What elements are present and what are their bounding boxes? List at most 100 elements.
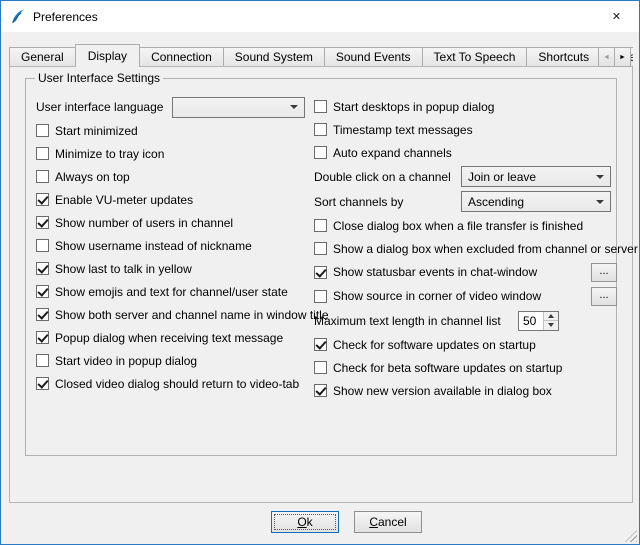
statusbar-events-row[interactable]: Show statusbar events in chat-window ... (314, 260, 617, 284)
sort-channels-combobox[interactable]: Ascending (461, 191, 611, 212)
checkbox-label: Show number of users in channel (55, 216, 233, 230)
title-bar[interactable]: Preferences ✕ (1, 1, 639, 32)
language-combobox[interactable] (172, 97, 305, 118)
checkbox-statusbar-events[interactable] (314, 266, 327, 279)
tab-general[interactable]: General (9, 47, 76, 67)
language-label: User interface language (36, 100, 172, 114)
tab-scroll-buttons: ◄ ► (598, 47, 631, 67)
tab-connection[interactable]: Connection (139, 47, 224, 67)
double-click-row: Double click on a channel Join or leave (314, 164, 617, 189)
checkbox-emojis-text-state[interactable] (36, 285, 49, 298)
checkbox-row[interactable]: Start minimized (36, 119, 314, 142)
checkbox-row[interactable]: Show both server and channel name in win… (36, 303, 314, 326)
checkbox-video-return-tab[interactable] (36, 377, 49, 390)
checkbox-row[interactable]: Close dialog box when a file transfer is… (314, 214, 617, 237)
checkbox-label: Show a dialog box when excluded from cha… (333, 242, 638, 256)
video-source-browse-button[interactable]: ... (591, 287, 617, 306)
checkbox-desktops-popup[interactable] (314, 100, 327, 113)
sort-channels-label: Sort channels by (314, 195, 461, 209)
tab-text-to-speech[interactable]: Text To Speech (422, 47, 528, 67)
checkbox-label: Show username instead of nickname (55, 239, 252, 253)
checkbox-popup-text-message[interactable] (36, 331, 49, 344)
checkbox-row[interactable]: Show username instead of nickname (36, 234, 314, 257)
video-source-row[interactable]: Show source in corner of video window ..… (314, 284, 617, 308)
checkbox-label: Show last to talk in yellow (55, 262, 192, 276)
user-interface-settings-group: User Interface Settings User interface l… (25, 78, 617, 456)
checkbox-username-instead-nickname[interactable] (36, 239, 49, 252)
checkbox-server-channel-in-title[interactable] (36, 308, 49, 321)
double-click-label: Double click on a channel (314, 170, 461, 184)
checkbox-label: Start video in popup dialog (55, 354, 197, 368)
checkbox-row[interactable]: Show new version available in dialog box (314, 379, 617, 402)
tab-scroll-right-icon[interactable]: ► (614, 47, 631, 67)
checkbox-row[interactable]: Show last to talk in yellow (36, 257, 314, 280)
checkbox-label: Close dialog box when a file transfer is… (333, 219, 583, 233)
display-tab-page: User Interface Settings User interface l… (9, 66, 633, 503)
checkbox-row[interactable]: Check for beta software updates on start… (314, 356, 617, 379)
ok-button-label: Ok (297, 515, 312, 529)
resize-grip[interactable] (625, 530, 637, 542)
checkbox-label: Popup dialog when receiving text message (55, 331, 283, 345)
checkbox-row[interactable]: Enable VU-meter updates (36, 188, 314, 211)
double-click-value: Join or leave (468, 170, 592, 184)
checkbox-label: Check for software updates on startup (333, 338, 536, 352)
checkbox-start-minimized[interactable] (36, 124, 49, 137)
checkbox-row[interactable]: Popup dialog when receiving text message (36, 326, 314, 349)
checkbox-excluded-dialog[interactable] (314, 242, 327, 255)
tab-sound-events[interactable]: Sound Events (324, 47, 423, 67)
checkbox-label: Auto expand channels (333, 146, 452, 160)
tab-sound-system[interactable]: Sound System (223, 47, 325, 67)
checkbox-row[interactable]: Check for software updates on startup (314, 333, 617, 356)
checkbox-video-popup[interactable] (36, 354, 49, 367)
close-icon[interactable]: ✕ (594, 1, 639, 32)
tab-display[interactable]: Display (75, 44, 140, 67)
checkbox-row[interactable]: Auto expand channels (314, 141, 617, 164)
checkbox-row[interactable]: Start video in popup dialog (36, 349, 314, 372)
checkbox-always-on-top[interactable] (36, 170, 49, 183)
checkbox-label: Enable VU-meter updates (55, 193, 193, 207)
checkbox-row[interactable]: Start desktops in popup dialog (314, 95, 617, 118)
ok-button[interactable]: Ok (271, 511, 339, 533)
checkbox-row[interactable]: Always on top (36, 165, 314, 188)
double-click-combobox[interactable]: Join or leave (461, 166, 611, 187)
cancel-button-label: Cancel (369, 515, 406, 529)
language-row: User interface language (36, 95, 314, 119)
app-logo-icon (9, 8, 26, 25)
checkbox-last-talk-yellow[interactable] (36, 262, 49, 275)
max-text-length-spinner[interactable]: 50 (518, 311, 559, 331)
chevron-down-icon (290, 105, 298, 109)
spinner-up-icon[interactable] (544, 312, 558, 322)
checkbox-label: Minimize to tray icon (55, 147, 164, 161)
right-column: Start desktops in popup dialog Timestamp… (314, 95, 617, 402)
checkbox-label: Check for beta software updates on start… (333, 361, 562, 375)
checkbox-new-version-dialog[interactable] (314, 384, 327, 397)
sort-channels-value: Ascending (468, 195, 592, 209)
checkbox-label: Show new version available in dialog box (333, 384, 552, 398)
checkbox-row[interactable]: Show number of users in channel (36, 211, 314, 234)
checkbox-check-updates[interactable] (314, 338, 327, 351)
tab-shortcuts[interactable]: Shortcuts (526, 47, 601, 67)
checkbox-timestamp-messages[interactable] (314, 123, 327, 136)
checkbox-label: Start minimized (55, 124, 138, 138)
sort-channels-row: Sort channels by Ascending (314, 189, 617, 214)
tab-scroll-left-icon[interactable]: ◄ (598, 47, 615, 67)
checkbox-label: Timestamp text messages (333, 123, 473, 137)
checkbox-row[interactable]: Show emojis and text for channel/user st… (36, 280, 314, 303)
checkbox-show-user-count[interactable] (36, 216, 49, 229)
max-text-length-row: Maximum text length in channel list 50 (314, 308, 617, 333)
checkbox-auto-expand-channels[interactable] (314, 146, 327, 159)
max-text-length-value: 50 (519, 312, 543, 330)
cancel-button[interactable]: Cancel (354, 511, 422, 533)
group-title: User Interface Settings (35, 71, 163, 85)
spinner-down-icon[interactable] (544, 321, 558, 330)
checkbox-check-beta-updates[interactable] (314, 361, 327, 374)
checkbox-row[interactable]: Timestamp text messages (314, 118, 617, 141)
checkbox-close-on-filetransfer[interactable] (314, 219, 327, 232)
checkbox-row[interactable]: Minimize to tray icon (36, 142, 314, 165)
checkbox-row[interactable]: Closed video dialog should return to vid… (36, 372, 314, 395)
checkbox-vu-meter-updates[interactable] (36, 193, 49, 206)
checkbox-row[interactable]: Show a dialog box when excluded from cha… (314, 237, 617, 260)
checkbox-video-source-corner[interactable] (314, 290, 327, 303)
checkbox-minimize-to-tray[interactable] (36, 147, 49, 160)
statusbar-events-browse-button[interactable]: ... (591, 263, 617, 282)
